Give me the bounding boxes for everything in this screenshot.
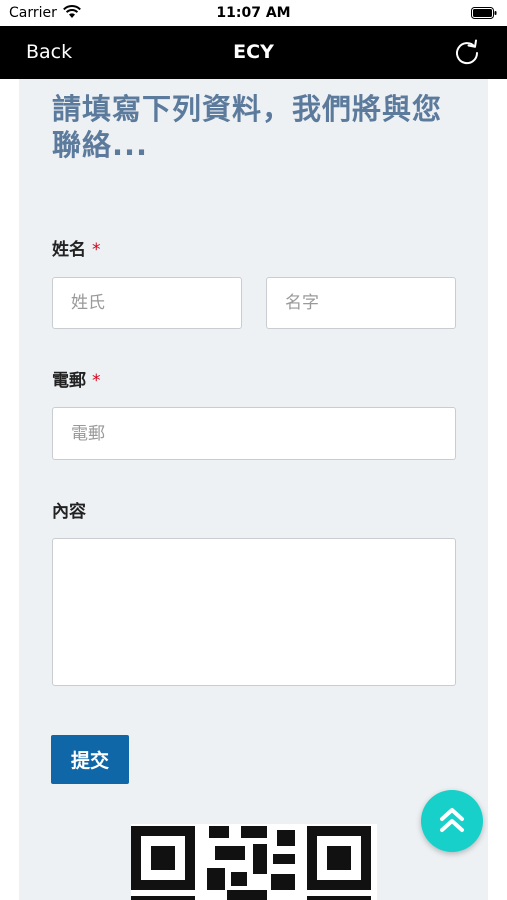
name-label: 姓名 *: [52, 235, 101, 260]
last-name-input[interactable]: [52, 277, 242, 329]
back-button[interactable]: Back: [26, 41, 72, 63]
email-label: 電郵 *: [52, 366, 101, 391]
email-input[interactable]: [52, 407, 456, 460]
contact-form: 請填寫下列資料，我們將與您聯絡... 姓名 * 電郵 * 內容 提交: [19, 79, 488, 900]
email-label-text: 電郵: [52, 371, 86, 391]
battery-icon: [471, 7, 497, 19]
status-bar: Carrier 11:07 AM: [0, 0, 507, 26]
status-time: 11:07 AM: [216, 5, 291, 21]
content-label-text: 內容: [52, 502, 86, 522]
page-title: ECY: [233, 41, 274, 63]
required-marker: *: [92, 371, 101, 391]
content-textarea[interactable]: [52, 538, 456, 686]
name-label-text: 姓名: [52, 240, 86, 260]
scroll-to-top-button[interactable]: [421, 790, 483, 852]
navigation-bar: Back ECY: [0, 26, 507, 79]
required-marker: *: [92, 240, 101, 260]
submit-button[interactable]: 提交: [51, 735, 129, 784]
refresh-icon[interactable]: [453, 38, 481, 66]
form-heading: 請填寫下列資料，我們將與您聯絡...: [52, 92, 443, 162]
double-chevron-up-icon: [440, 808, 464, 832]
first-name-input[interactable]: [266, 277, 456, 329]
content-label: 內容: [52, 497, 86, 522]
qr-code-icon: [131, 824, 377, 900]
